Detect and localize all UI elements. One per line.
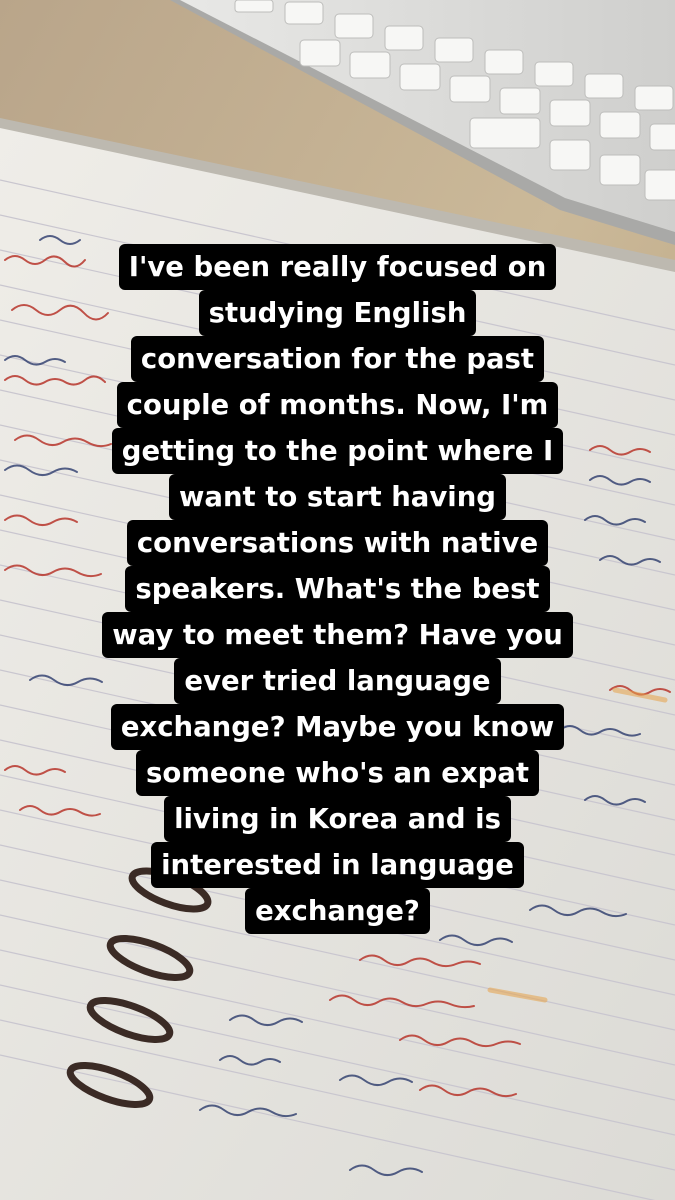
story-screen: I've been really focused on studying Eng… <box>0 0 675 1200</box>
caption-line: couple of months. Now, I'm <box>0 382 675 428</box>
caption-line: someone who's an expat <box>0 750 675 796</box>
caption-line: getting to the point where I <box>0 428 675 474</box>
caption-line: living in Korea and is <box>0 796 675 842</box>
caption-line: way to meet them? Have you <box>0 612 675 658</box>
caption-line: speakers. What's the best <box>0 566 675 612</box>
caption-line: want to start having <box>0 474 675 520</box>
caption-line: exchange? <box>0 888 675 934</box>
caption-line: studying English <box>0 290 675 336</box>
caption-line: ever tried language <box>0 658 675 704</box>
caption-line: I've been really focused on <box>0 244 675 290</box>
story-caption: I've been really focused on studying Eng… <box>0 244 675 934</box>
caption-line: exchange? Maybe you know <box>0 704 675 750</box>
caption-line: conversation for the past <box>0 336 675 382</box>
caption-line: interested in language <box>0 842 675 888</box>
caption-line: conversations with native <box>0 520 675 566</box>
